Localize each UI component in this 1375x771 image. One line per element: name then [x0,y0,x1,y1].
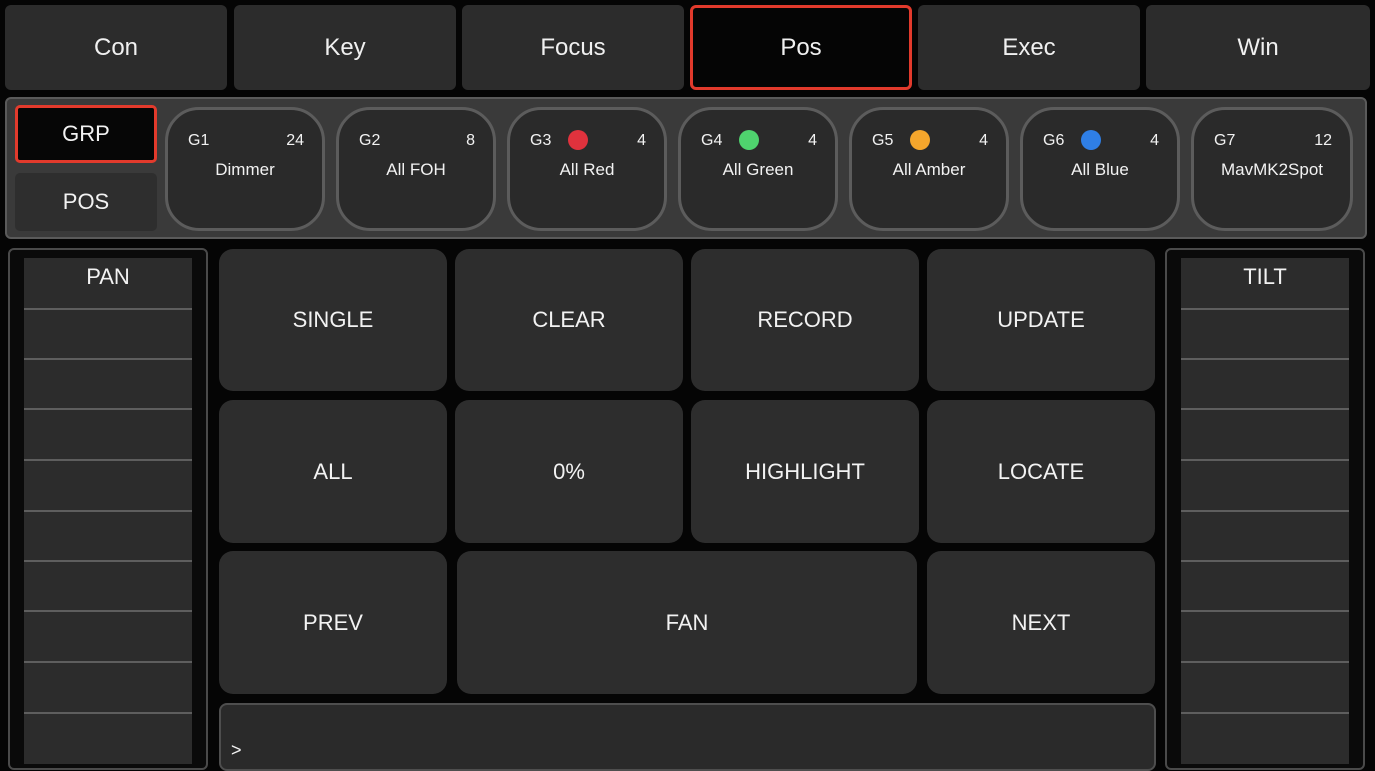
command-prompt: > [231,740,242,760]
locate-button[interactable]: LOCATE [927,400,1155,543]
group-count: 4 [979,132,988,149]
tab-con[interactable]: Con [5,5,227,90]
fader-tick [24,661,192,663]
fan-button[interactable]: FAN [457,551,917,694]
tab-focus[interactable]: Focus [462,5,684,90]
fader-tick [1181,308,1349,310]
zero-percent-button[interactable]: 0% [455,400,683,543]
clear-button[interactable]: CLEAR [455,249,683,391]
group-count: 12 [1314,132,1332,149]
highlight-button[interactable]: HIGHLIGHT [691,400,919,543]
group-button-g5[interactable]: G5 4 All Amber [849,107,1009,231]
tab-pos[interactable]: Pos [690,5,912,90]
top-tab-bar: Con Key Focus Pos Exec Win [5,5,1370,90]
blue-color-dot-icon [1081,130,1101,150]
fader-tick [1181,712,1349,714]
prev-button[interactable]: PREV [219,551,447,694]
pan-fader[interactable]: PAN [8,248,208,770]
group-button-g3[interactable]: G3 4 All Red [507,107,667,231]
fader-tick [1181,610,1349,612]
group-id: G2 [359,132,381,149]
grp-mode-button[interactable]: GRP [15,105,157,163]
group-count: 4 [1150,132,1159,149]
fader-tick [1181,560,1349,562]
fader-tick [24,560,192,562]
green-color-dot-icon [739,130,759,150]
single-button[interactable]: SINGLE [219,249,447,391]
red-color-dot-icon [568,130,588,150]
fader-tick [1181,358,1349,360]
tilt-fader[interactable]: TILT [1165,248,1365,770]
group-button-g7[interactable]: G7 12 MavMK2Spot [1191,107,1353,231]
group-id: G5 [872,132,894,149]
group-name: All Amber [892,160,966,179]
fader-tick [24,459,192,461]
fader-tick [1181,510,1349,512]
next-button[interactable]: NEXT [927,551,1155,694]
fader-tick [1181,408,1349,410]
tab-exec[interactable]: Exec [918,5,1140,90]
fader-tick [24,712,192,714]
fader-tick [24,610,192,612]
group-button-g1[interactable]: G1 24 Dimmer [165,107,325,231]
group-bar: GRP POS G1 24 Dimmer G2 8 All FOH G3 4 A… [5,97,1367,239]
group-name: All Green [722,160,794,179]
group-id: G6 [1043,132,1065,149]
group-id: G4 [701,132,723,149]
fader-tick [1181,459,1349,461]
group-count: 24 [286,132,304,149]
fader-tick [24,308,192,310]
pos-mode-button[interactable]: POS [15,173,157,231]
group-name: MavMK2Spot [1220,160,1324,179]
group-name: Dimmer [215,160,275,179]
group-count: 4 [808,132,817,149]
all-button[interactable]: ALL [219,400,447,543]
fader-tick [24,358,192,360]
pan-label: PAN [86,264,130,289]
record-button[interactable]: RECORD [691,249,919,391]
command-line-input[interactable]: > [219,703,1156,771]
tilt-label: TILT [1243,264,1287,289]
group-id: G7 [1214,132,1236,149]
tab-key[interactable]: Key [234,5,456,90]
group-name: All Blue [1071,160,1129,179]
group-name: All FOH [386,160,446,179]
tab-win[interactable]: Win [1146,5,1370,90]
update-button[interactable]: UPDATE [927,249,1155,391]
group-id: G1 [188,132,210,149]
fader-tick [24,408,192,410]
group-count: 8 [466,132,475,149]
group-count: 4 [637,132,646,149]
fader-tick [1181,661,1349,663]
group-button-g4[interactable]: G4 4 All Green [678,107,838,231]
group-button-g6[interactable]: G6 4 All Blue [1020,107,1180,231]
amber-color-dot-icon [910,130,930,150]
group-id: G3 [530,132,552,149]
fader-tick [24,510,192,512]
group-name: All Red [559,160,615,179]
group-button-g2[interactable]: G2 8 All FOH [336,107,496,231]
